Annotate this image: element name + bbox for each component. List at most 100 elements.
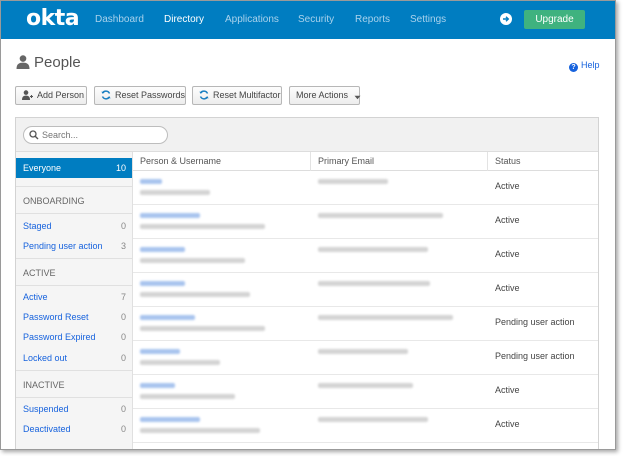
filter-count: 0 — [120, 424, 126, 434]
username-text — [140, 428, 260, 433]
person-name-link[interactable] — [140, 349, 180, 354]
column-header-status[interactable]: Status — [488, 152, 598, 171]
filter-everyone[interactable]: Everyone 10 — [16, 158, 132, 178]
email-text — [318, 213, 443, 218]
filter-password-reset[interactable]: Password Reset 0 — [16, 309, 132, 325]
email-text — [318, 383, 413, 388]
filter-deactivated[interactable]: Deactivated 0 — [16, 421, 132, 437]
search-input[interactable] — [23, 126, 168, 144]
email-text — [318, 247, 428, 252]
table-header: Person & Username Primary Email Status — [133, 152, 598, 171]
table-row[interactable]: Pending user action — [133, 342, 598, 375]
email-text — [318, 417, 428, 422]
filter-label: Everyone — [23, 163, 62, 173]
add-person-button[interactable]: Add Person — [15, 86, 87, 105]
filter-count: 7 — [120, 292, 126, 302]
caret-down-icon — [354, 95, 361, 100]
table-row[interactable]: Active — [133, 240, 598, 273]
filter-locked-out[interactable]: Locked out 0 — [16, 350, 132, 366]
people-panel: Everyone 10 ONBOARDING Staged 0 Pending … — [15, 117, 599, 449]
help-label: Help — [581, 60, 600, 70]
reset-passwords-label: Reset Passwords — [115, 90, 186, 100]
status-text: Active — [495, 283, 520, 293]
filter-staged[interactable]: Staged 0 — [16, 218, 132, 234]
reset-passwords-button[interactable]: Reset Passwords — [94, 86, 186, 105]
filter-password-expired[interactable]: Password Expired 0 — [16, 329, 132, 345]
more-actions-dropdown[interactable]: More Actions — [289, 86, 361, 105]
filter-count: 0 — [120, 404, 126, 414]
column-header-email[interactable]: Primary Email — [311, 152, 488, 171]
filter-label: Staged — [23, 221, 52, 231]
username-text — [140, 190, 210, 195]
status-text: Active — [495, 215, 520, 225]
table-row[interactable]: Pending user action — [133, 308, 598, 341]
filter-pending-user-action[interactable]: Pending user action 3 — [16, 238, 132, 254]
nav-dashboard[interactable]: Dashboard — [95, 14, 144, 26]
arrow-right-circle-icon[interactable] — [500, 13, 512, 25]
username-text — [140, 224, 265, 229]
status-text: Pending user action — [495, 351, 575, 361]
username-text — [140, 292, 250, 297]
table-row[interactable]: Active — [133, 376, 598, 409]
column-header-person[interactable]: Person & Username — [133, 152, 311, 171]
refresh-icon — [101, 90, 111, 100]
filter-label: Pending user action — [23, 241, 103, 251]
section-header-inactive: INACTIVE — [16, 370, 132, 398]
username-text — [140, 326, 265, 331]
table-row[interactable]: Active — [133, 274, 598, 307]
app-window: okta Dashboard Directory Applications Se… — [0, 0, 616, 450]
top-nav: okta Dashboard Directory Applications Se… — [1, 1, 615, 39]
reset-multifactor-button[interactable]: Reset Multifactor — [192, 86, 282, 105]
nav-directory[interactable]: Directory — [164, 14, 204, 26]
filter-count: 0 — [120, 221, 126, 231]
nav-security[interactable]: Security — [298, 14, 334, 26]
username-text — [140, 258, 245, 263]
status-text: Active — [495, 181, 520, 191]
status-text: Active — [495, 249, 520, 259]
section-header-onboarding: ONBOARDING — [16, 186, 132, 214]
filter-count: 0 — [120, 312, 126, 322]
filter-label: Password Expired — [23, 332, 96, 342]
reset-multifactor-label: Reset Multifactor — [213, 90, 281, 100]
status-text: Pending user action — [495, 317, 575, 327]
nav-settings[interactable]: Settings — [410, 14, 446, 26]
username-text — [140, 360, 220, 365]
table-row[interactable]: Active — [133, 172, 598, 205]
page-title: People — [34, 54, 81, 71]
person-name-link[interactable] — [140, 213, 200, 218]
table-row[interactable]: Active — [133, 410, 598, 443]
filter-count: 0 — [120, 332, 126, 342]
person-name-link[interactable] — [140, 417, 200, 422]
nav-applications[interactable]: Applications — [225, 14, 279, 26]
filter-label: Suspended — [23, 404, 69, 414]
table-row[interactable]: Active — [133, 206, 598, 239]
email-text — [318, 281, 430, 286]
add-person-icon — [22, 90, 33, 100]
person-name-link[interactable] — [140, 247, 185, 252]
filter-active[interactable]: Active 7 — [16, 289, 132, 305]
help-link[interactable]: ? Help — [569, 59, 600, 72]
nav-reports[interactable]: Reports — [355, 14, 390, 26]
person-name-link[interactable] — [140, 315, 195, 320]
help-icon: ? — [569, 63, 578, 72]
filter-suspended[interactable]: Suspended 0 — [16, 401, 132, 417]
person-name-link[interactable] — [140, 383, 175, 388]
filter-count: 0 — [120, 353, 126, 363]
okta-logo[interactable]: okta — [26, 7, 80, 31]
person-name-link[interactable] — [140, 281, 185, 286]
people-table: Person & Username Primary Email Status A… — [133, 152, 598, 449]
person-icon — [16, 55, 30, 69]
filter-label: Password Reset — [23, 312, 89, 322]
filter-count: 10 — [115, 163, 126, 173]
filter-label: Locked out — [23, 353, 68, 363]
status-filter-sidebar: Everyone 10 ONBOARDING Staged 0 Pending … — [16, 152, 133, 449]
add-person-label: Add Person — [37, 90, 85, 100]
status-text: Active — [495, 385, 520, 395]
upgrade-button[interactable]: Upgrade — [524, 10, 585, 29]
section-header-active: ACTIVE — [16, 258, 132, 286]
filter-count: 3 — [120, 241, 126, 251]
person-name-link[interactable] — [140, 179, 162, 184]
status-text: Active — [495, 419, 520, 429]
search-bar — [16, 118, 598, 152]
username-text — [140, 394, 235, 399]
